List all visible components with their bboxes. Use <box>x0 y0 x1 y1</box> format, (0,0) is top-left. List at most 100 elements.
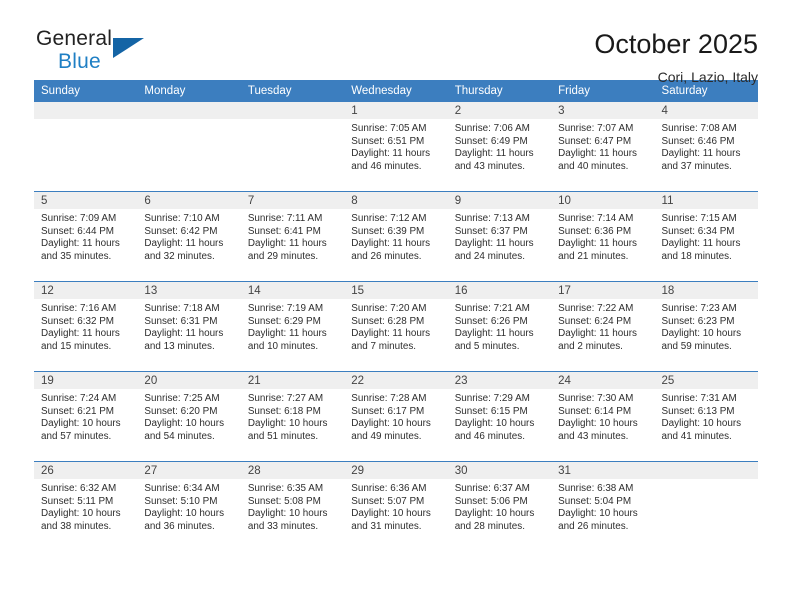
day-details: Sunrise: 7:06 AM Sunset: 6:49 PM Daylight:… <box>448 119 551 173</box>
day-detail-line: Daylight: 11 hours <box>558 328 637 340</box>
day-number: 23 <box>447 372 552 389</box>
day-detail-line: and 59 minutes. <box>661 340 732 352</box>
calendar-day-cell[interactable]: 28 Sunrise: 6:35 AM Sunset: 5:08 PM Dayligh… <box>240 461 345 551</box>
day-detail-line: Daylight: 11 hours <box>351 328 431 340</box>
day-detail-line: Sunrise: 6:32 AM <box>41 483 117 494</box>
calendar-day-cell[interactable]: 29 Sunrise: 6:36 AM Sunset: 5:07 PM Dayligh… <box>344 461 448 551</box>
day-number: 12 <box>34 282 138 299</box>
day-number: 2 <box>447 102 552 119</box>
calendar-day-cell[interactable]: 10 Sunrise: 7:14 AM Sunset: 6:36 PM Dayligh… <box>551 191 655 282</box>
day-detail-line: Sunrise: 7:30 AM <box>558 393 634 404</box>
calendar-day-cell[interactable]: 3 Sunrise: 7:07 AM Sunset: 6:47 PM Daylight… <box>551 102 655 192</box>
day-number: 7 <box>240 192 345 209</box>
calendar-day-cell[interactable]: 13 Sunrise: 7:18 AM Sunset: 6:31 PM Dayligh… <box>137 281 241 372</box>
day-number <box>654 462 758 479</box>
day-detail-line: Sunrise: 7:27 AM <box>247 393 324 404</box>
day-number: 24 <box>551 372 655 389</box>
day-number: 17 <box>551 282 655 299</box>
calendar-day-cell[interactable]: 22 Sunrise: 7:28 AM Sunset: 6:17 PM Dayligh… <box>344 371 448 462</box>
day-details: Sunrise: 7:20 AM Sunset: 6:28 PM Daylight:… <box>344 299 447 353</box>
day-detail-line: and 31 minutes. <box>351 520 422 532</box>
calendar-day-cell[interactable]: 30 Sunrise: 6:37 AM Sunset: 5:06 PM Dayligh… <box>447 461 552 551</box>
calendar-week-row: 19 Sunrise: 7:24 AM Sunset: 6:21 PM Dayligh… <box>34 371 758 462</box>
calendar-day-cell[interactable]: 31 Sunrise: 6:38 AM Sunset: 5:04 PM Dayligh… <box>551 461 655 551</box>
day-number: 19 <box>34 372 138 389</box>
day-detail-line: Daylight: 11 hours <box>661 148 741 160</box>
day-detail-line: and 26 minutes. <box>351 250 422 262</box>
day-detail-line: Sunrise: 6:35 AM <box>247 483 324 494</box>
day-number: 21 <box>240 372 345 389</box>
day-detail-line: Daylight: 10 hours <box>661 328 742 340</box>
day-detail-line: Daylight: 10 hours <box>558 418 638 430</box>
calendar-day-cell[interactable]: 7 Sunrise: 7:11 AM Sunset: 6:41 PM Daylight… <box>240 191 345 282</box>
day-details <box>34 119 137 123</box>
day-detail-line: Sunset: 6:32 PM <box>41 315 115 327</box>
calendar-week-row: 1 Sunrise: 7:05 AM Sunset: 6:51 PM Daylight… <box>34 102 758 192</box>
day-number: 29 <box>344 462 448 479</box>
triangle-icon <box>113 38 144 58</box>
day-details: Sunrise: 7:19 AM Sunset: 6:29 PM Daylight:… <box>241 299 344 353</box>
calendar-day-cell[interactable]: 25 Sunrise: 7:31 AM Sunset: 6:13 PM Dayligh… <box>654 371 758 462</box>
calendar-day-cell[interactable]: 12 Sunrise: 7:16 AM Sunset: 6:32 PM Dayligh… <box>34 281 138 372</box>
calendar-day-cell-empty <box>654 461 758 551</box>
day-detail-line: and 40 minutes. <box>558 160 629 172</box>
day-details <box>137 119 240 123</box>
day-detail-line: Sunset: 6:23 PM <box>661 315 735 327</box>
day-detail-line: Daylight: 11 hours <box>454 148 534 160</box>
day-detail-line: Daylight: 11 hours <box>454 328 534 340</box>
day-detail-line: Sunset: 6:20 PM <box>144 405 218 417</box>
calendar-day-cell[interactable]: 2 Sunrise: 7:06 AM Sunset: 6:49 PM Daylight… <box>447 102 552 192</box>
calendar-day-cell[interactable]: 24 Sunrise: 7:30 AM Sunset: 6:14 PM Dayligh… <box>551 371 655 462</box>
general-blue-logo: General Blue <box>34 28 156 80</box>
calendar-day-cell[interactable]: 5 Sunrise: 7:09 AM Sunset: 6:44 PM Daylight… <box>34 191 138 282</box>
day-detail-line: Sunrise: 7:11 AM <box>247 213 323 224</box>
day-detail-line: Daylight: 10 hours <box>144 418 225 430</box>
calendar-day-cell[interactable]: 21 Sunrise: 7:27 AM Sunset: 6:18 PM Dayligh… <box>240 371 345 462</box>
calendar-day-cell[interactable]: 6 Sunrise: 7:10 AM Sunset: 6:42 PM Daylight… <box>137 191 241 282</box>
calendar-day-cell[interactable]: 8 Sunrise: 7:12 AM Sunset: 6:39 PM Daylight… <box>344 191 448 282</box>
calendar-day-cell[interactable]: 18 Sunrise: 7:23 AM Sunset: 6:23 PM Dayligh… <box>654 281 758 372</box>
calendar-day-cell[interactable]: 9 Sunrise: 7:13 AM Sunset: 6:37 PM Daylight… <box>447 191 552 282</box>
calendar-day-cell[interactable]: 20 Sunrise: 7:25 AM Sunset: 6:20 PM Dayligh… <box>137 371 241 462</box>
day-detail-line: and 10 minutes. <box>247 340 319 352</box>
day-number: 1 <box>344 102 448 119</box>
day-detail-line: Sunrise: 7:28 AM <box>351 393 427 404</box>
calendar-day-cell[interactable]: 26 Sunrise: 6:32 AM Sunset: 5:11 PM Dayligh… <box>34 461 138 551</box>
calendar-day-cell[interactable]: 11 Sunrise: 7:15 AM Sunset: 6:34 PM Dayligh… <box>654 191 758 282</box>
day-number: 9 <box>447 192 552 209</box>
day-details <box>241 119 344 123</box>
weekday-header-sunday: Sunday <box>34 80 138 102</box>
day-detail-line: Daylight: 11 hours <box>144 238 224 250</box>
calendar-day-cell[interactable]: 19 Sunrise: 7:24 AM Sunset: 6:21 PM Dayligh… <box>34 371 138 462</box>
day-number: 31 <box>551 462 655 479</box>
day-details: Sunrise: 7:12 AM Sunset: 6:39 PM Daylight:… <box>344 209 447 263</box>
day-detail-line: Daylight: 10 hours <box>454 418 535 430</box>
calendar-day-cell[interactable]: 16 Sunrise: 7:21 AM Sunset: 6:26 PM Dayligh… <box>447 281 552 372</box>
day-detail-line: and 5 minutes. <box>454 340 520 352</box>
day-detail-line: Daylight: 11 hours <box>247 238 327 250</box>
day-detail-line: Daylight: 10 hours <box>41 418 121 430</box>
day-detail-line: and 26 minutes. <box>558 520 629 532</box>
calendar-day-cell[interactable]: 17 Sunrise: 7:22 AM Sunset: 6:24 PM Dayligh… <box>551 281 655 372</box>
calendar-day-cell[interactable]: 15 Sunrise: 7:20 AM Sunset: 6:28 PM Dayligh… <box>344 281 448 372</box>
day-number: 18 <box>654 282 758 299</box>
day-detail-line: Sunset: 6:21 PM <box>41 405 115 417</box>
day-detail-line: Sunrise: 6:37 AM <box>454 483 530 494</box>
day-detail-line: Sunset: 6:42 PM <box>144 225 218 237</box>
day-number: 3 <box>551 102 655 119</box>
calendar-day-cell[interactable]: 1 Sunrise: 7:05 AM Sunset: 6:51 PM Daylight… <box>344 102 448 192</box>
day-detail-line: Daylight: 11 hours <box>558 148 637 160</box>
calendar-day-cell[interactable]: 27 Sunrise: 6:34 AM Sunset: 5:10 PM Dayligh… <box>137 461 241 551</box>
day-number <box>137 102 241 119</box>
day-detail-line: Daylight: 10 hours <box>661 418 742 430</box>
calendar-day-cell[interactable]: 14 Sunrise: 7:19 AM Sunset: 6:29 PM Dayligh… <box>240 281 345 372</box>
day-detail-line: Sunrise: 7:07 AM <box>558 123 634 134</box>
calendar-day-cell[interactable]: 4 Sunrise: 7:08 AM Sunset: 6:46 PM Daylight… <box>654 102 758 192</box>
calendar-week-row: 26 Sunrise: 6:32 AM Sunset: 5:11 PM Dayligh… <box>34 461 758 551</box>
calendar-day-cell[interactable]: 23 Sunrise: 7:29 AM Sunset: 6:15 PM Dayligh… <box>447 371 552 462</box>
day-detail-line: and 54 minutes. <box>144 430 215 442</box>
day-detail-line: and 37 minutes. <box>661 160 732 172</box>
day-detail-line: Sunset: 5:07 PM <box>351 495 425 507</box>
day-detail-line: Sunrise: 7:21 AM <box>454 303 530 314</box>
day-detail-line: Daylight: 10 hours <box>144 508 225 520</box>
